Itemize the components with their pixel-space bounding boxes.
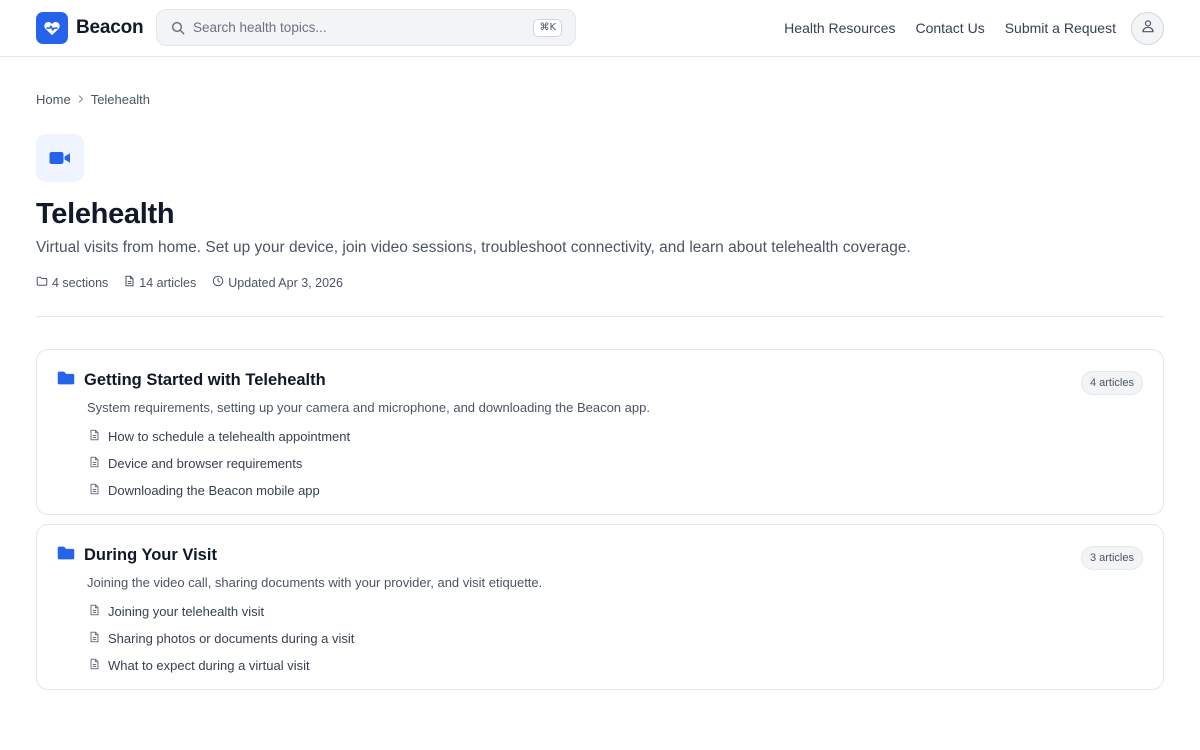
article-title: Device and browser requirements [108, 456, 303, 471]
article-list: How to schedule a telehealth appointment… [89, 429, 1143, 498]
section-description: Joining the video call, sharing document… [87, 575, 543, 590]
folder-icon [57, 545, 75, 566]
section-card-getting-started[interactable]: Getting Started with Telehealth 4 articl… [36, 349, 1164, 515]
article-link[interactable]: Downloading the Beacon mobile app [89, 483, 1143, 498]
sections-count: 4 sections [36, 275, 108, 290]
page-meta: 4 sections 14 articles Updated Apr 3, 20… [36, 275, 1164, 290]
user-avatar-button[interactable] [1131, 12, 1164, 45]
section-header: During Your Visit [57, 545, 1143, 566]
main-content: Home Telehealth Telehealth Virtual visit… [0, 92, 1200, 690]
document-icon [89, 456, 100, 471]
chevron-right-icon [77, 93, 85, 107]
article-link[interactable]: Device and browser requirements [89, 456, 1143, 471]
section-card-during-visit[interactable]: During Your Visit 3 articles Joining the… [36, 524, 1164, 690]
article-link[interactable]: What to expect during a virtual visit [89, 658, 1143, 673]
article-title: Downloading the Beacon mobile app [108, 483, 320, 498]
search-icon [170, 20, 186, 36]
document-icon [89, 604, 100, 619]
article-title: How to schedule a telehealth appointment [108, 429, 351, 444]
top-header: Beacon ⌘K Health Resources Contact Us Su… [0, 0, 1200, 57]
article-link[interactable]: Joining your telehealth visit [89, 604, 1143, 619]
nav-contact-us[interactable]: Contact Us [915, 20, 984, 36]
nav-health-resources[interactable]: Health Resources [784, 20, 895, 36]
search-bar[interactable]: ⌘K [156, 9, 576, 46]
brand-logo[interactable]: Beacon [36, 12, 144, 44]
document-icon [89, 429, 100, 444]
article-list: Joining your telehealth visit Sharing ph… [89, 604, 1143, 673]
document-icon [89, 658, 100, 673]
articles-count: 14 articles [124, 275, 196, 290]
breadcrumb-current: Telehealth [90, 92, 150, 107]
article-link[interactable]: How to schedule a telehealth appointment [89, 429, 1143, 444]
breadcrumb: Home Telehealth [36, 92, 1164, 107]
section-header: Getting Started with Telehealth [57, 370, 1143, 391]
top-nav: Health Resources Contact Us Submit a Req… [784, 0, 1116, 56]
article-link[interactable]: Sharing photos or documents during a vis… [89, 631, 1143, 646]
folder-icon [57, 370, 75, 391]
article-title: What to expect during a virtual visit [108, 658, 310, 673]
user-icon [1140, 18, 1156, 39]
keyboard-shortcut-badge: ⌘K [533, 18, 562, 37]
page-title: Telehealth [36, 198, 175, 230]
document-icon [89, 483, 100, 498]
updated-date-label: Updated Apr 3, 2026 [228, 275, 343, 290]
divider [36, 316, 1164, 317]
heart-pulse-icon [36, 12, 68, 44]
section-description: System requirements, setting up your cam… [87, 400, 650, 415]
video-camera-icon [36, 134, 84, 182]
page-description: Virtual visits from home. Set up your de… [36, 239, 911, 256]
search-input[interactable] [193, 10, 534, 45]
section-title[interactable]: During Your Visit [84, 546, 217, 565]
sections-count-label: 4 sections [52, 275, 109, 290]
folder-outline-icon [36, 275, 48, 290]
section-title[interactable]: Getting Started with Telehealth [84, 371, 326, 390]
brand-name: Beacon [76, 17, 144, 38]
document-icon [89, 631, 100, 646]
section-list: Getting Started with Telehealth 4 articl… [36, 349, 1164, 690]
articles-count-label: 14 articles [139, 275, 197, 290]
article-count-badge: 4 articles [1080, 371, 1143, 395]
clock-icon [212, 275, 224, 290]
nav-submit-request[interactable]: Submit a Request [1005, 20, 1116, 36]
article-title: Joining your telehealth visit [108, 604, 265, 619]
article-count-badge: 3 articles [1080, 546, 1143, 570]
article-title: Sharing photos or documents during a vis… [108, 631, 355, 646]
breadcrumb-home[interactable]: Home [36, 92, 71, 107]
updated-date: Updated Apr 3, 2026 [212, 275, 343, 290]
document-icon [124, 275, 135, 290]
